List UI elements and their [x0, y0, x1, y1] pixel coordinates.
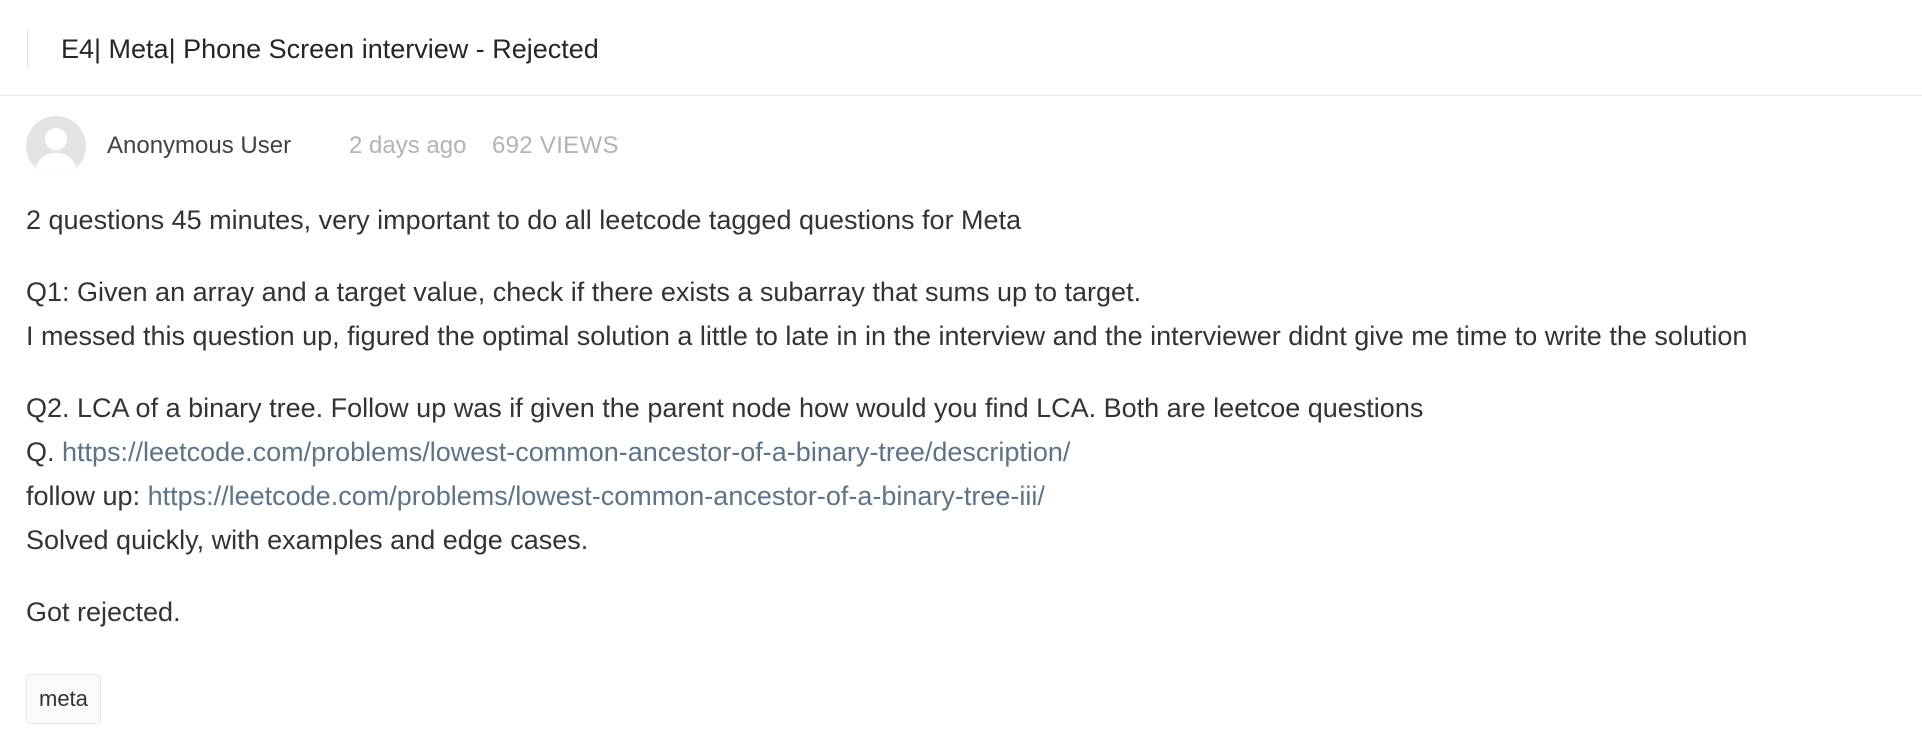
view-count: 692 VIEWS [492, 132, 619, 159]
post-body: 2 questions 45 minutes, very important t… [26, 198, 1906, 662]
body-paragraph-q2: Q2. LCA of a binary tree. Follow up was … [26, 386, 1906, 562]
post-title: E4| Meta| Phone Screen interview - Rejec… [61, 34, 599, 64]
q2-link-prefix: Q. [26, 437, 63, 467]
lca-problem-link[interactable]: https://leetcode.com/problems/lowest-com… [62, 437, 1070, 467]
body-paragraph-outcome: Got rejected. [26, 597, 181, 627]
q2-link-line: Q. https://leetcode.com/problems/lowest-… [26, 430, 1906, 474]
header-divider [27, 30, 28, 68]
post-meta: Anonymous User 2 days ago 692 VIEWS [0, 96, 1922, 200]
post-timestamp: 2 days ago [349, 132, 467, 159]
post-header: E4| Meta| Phone Screen interview - Rejec… [0, 0, 1922, 96]
followup-link-prefix: follow up: [26, 481, 148, 511]
author-name-link[interactable]: Anonymous User [107, 131, 291, 161]
q2-result: Solved quickly, with examples and edge c… [26, 525, 589, 555]
q1-note: I messed this question up, figured the o… [26, 321, 1748, 351]
lca-iii-problem-link[interactable]: https://leetcode.com/problems/lowest-com… [148, 481, 1045, 511]
q2-text: Q2. LCA of a binary tree. Follow up was … [26, 393, 1424, 423]
followup-link-line: follow up: https://leetcode.com/problems… [26, 474, 1906, 518]
tag-meta[interactable]: meta [26, 674, 101, 724]
body-paragraph-q1: Q1: Given an array and a target value, c… [26, 270, 1906, 358]
user-avatar-icon[interactable] [26, 116, 86, 176]
body-paragraph-intro: 2 questions 45 minutes, very important t… [26, 205, 1022, 235]
q1-text: Q1: Given an array and a target value, c… [26, 277, 1142, 307]
